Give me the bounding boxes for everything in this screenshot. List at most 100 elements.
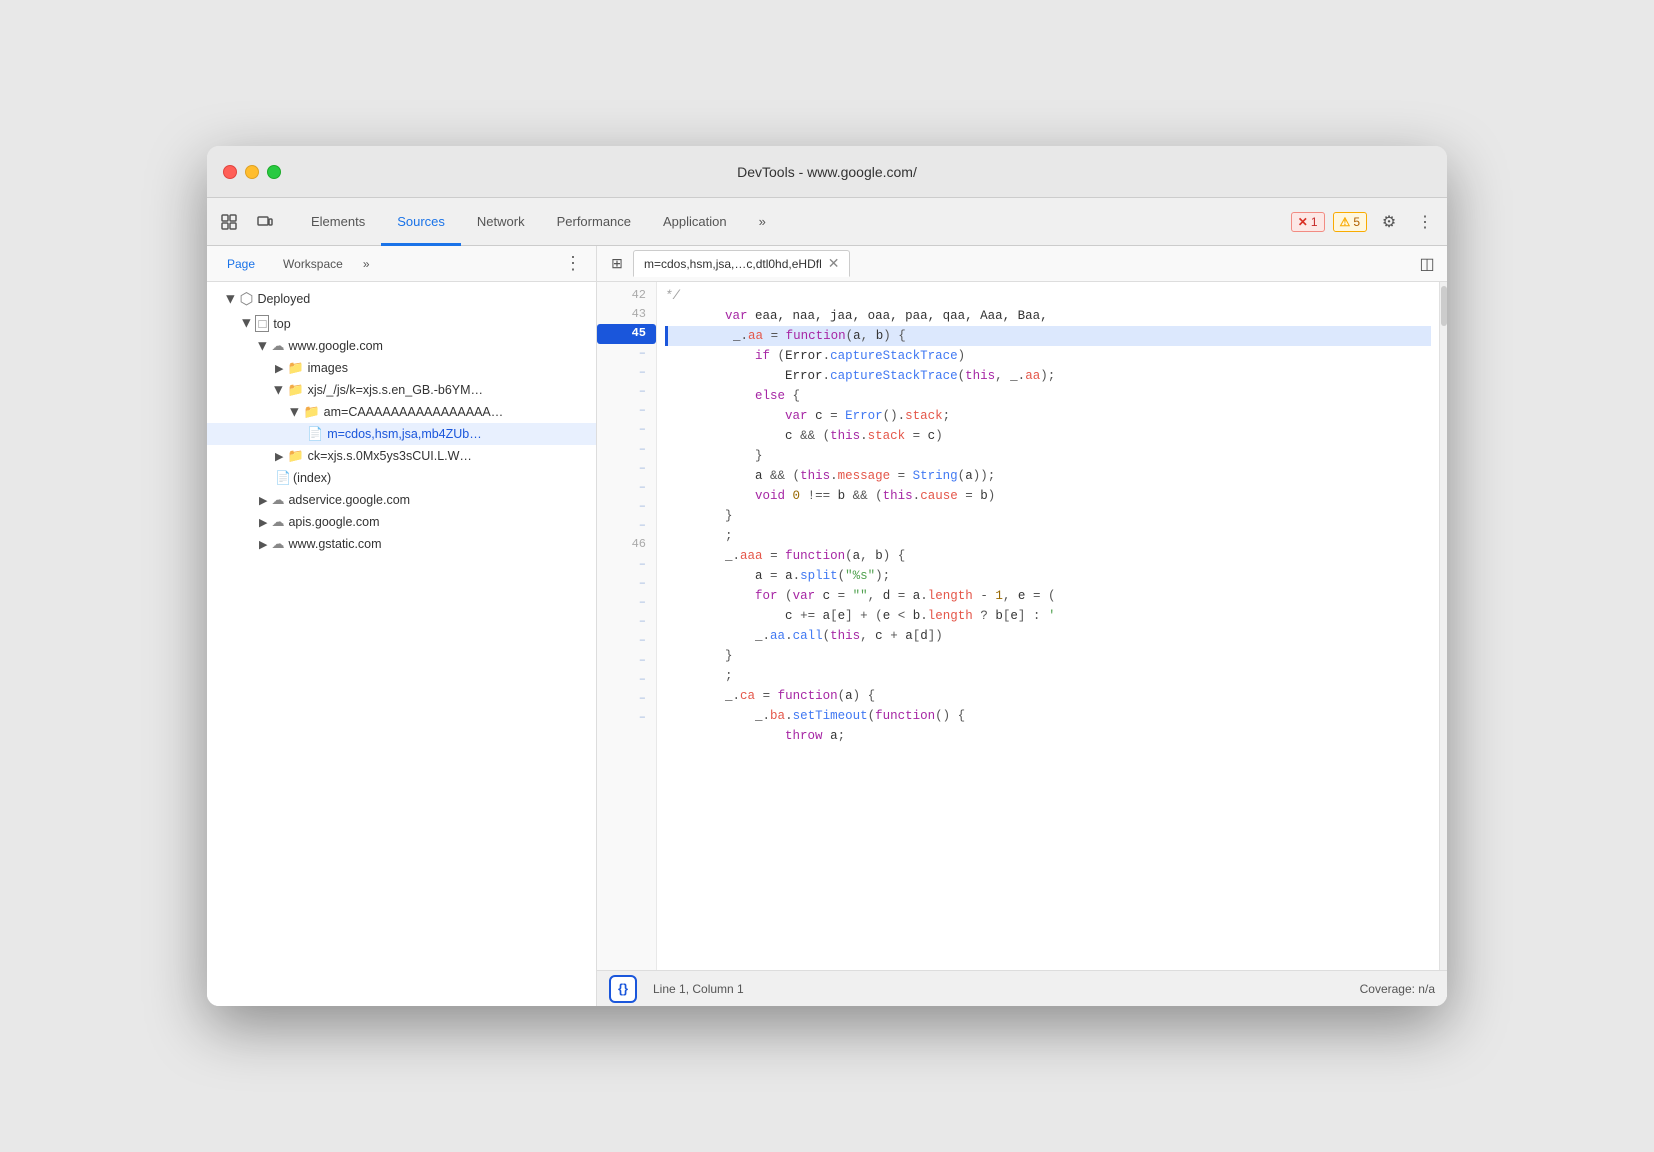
tree-item-apis[interactable]: ▶ ☁ apis.google.com [207,511,596,533]
right-panel: ⊞ m=cdos,hsm,jsa,…c,dtl0hd,eHDfl ✕ ◫ 42 … [597,246,1447,1006]
tab-bar-icons [215,198,279,245]
tab-application[interactable]: Application [647,199,743,246]
tree-item-am[interactable]: ▶ 📁 am=CAAAAAAAAAAAAAAAA… [207,401,596,423]
code-content[interactable]: */ var eaa, naa, jaa, oaa, paa, qaa, Aaa… [657,282,1439,970]
tab-sources[interactable]: Sources [381,199,461,246]
tree-item-label: ck=xjs.s.0Mx5ys3sCUI.L.W… [308,449,472,463]
status-bar: {} Line 1, Column 1 Coverage: n/a [597,970,1447,1006]
code-line-d13: c += a[e] + (e < b.length ? b[e] : ' [665,606,1431,626]
tree-item-gstatic[interactable]: ▶ ☁ www.gstatic.com [207,533,596,555]
code-line-d10: ; [665,526,1431,546]
line-numbers: 42 43 45 – – – – – – – – – – 46 – – – [597,282,657,970]
folder-icon: 📁 [287,448,303,464]
tree-item-label: top [273,317,290,331]
left-panel: Page Workspace » ⋮ ▶ ⬡ Deployed ▶ □ [207,246,597,1006]
panel-tab-page[interactable]: Page [215,253,267,275]
main-tabs: Elements Sources Network Performance App… [295,198,1291,245]
line-num-43: 43 [597,305,656,324]
panel-menu-icon[interactable]: ⋮ [558,251,588,276]
title-bar: DevTools - www.google.com/ [207,146,1447,198]
panel-tab-workspace[interactable]: Workspace [271,253,355,275]
tab-close-icon[interactable]: ✕ [828,255,840,272]
window-title: DevTools - www.google.com/ [737,164,917,180]
line-num-d6: – [597,440,656,459]
tree-item-mcdos[interactable]: 📄 m=cdos,hsm,jsa,mb4ZUb… [207,423,596,445]
folder-icon: 📁 [287,360,303,376]
line-num-42: 42 [597,286,656,305]
folder-icon: 📁 [287,382,303,398]
cube-icon: ⬡ [239,289,253,309]
inspect-icon[interactable] [215,208,243,236]
tab-more[interactable]: » [743,199,782,246]
main-content: Page Workspace » ⋮ ▶ ⬡ Deployed ▶ □ [207,246,1447,1006]
devtools-window: DevTools - www.google.com/ Ele [207,146,1447,1006]
coverage-status: Coverage: n/a [1360,982,1435,996]
devtools-tab-bar: Elements Sources Network Performance App… [207,198,1447,246]
editor-file-tab[interactable]: m=cdos,hsm,jsa,…c,dtl0hd,eHDfl ✕ [633,250,850,277]
code-line-d8: void 0 !== b && (this.cause = b) [665,486,1431,506]
arrow-icon: ▶ [225,295,238,303]
code-line-d3: else { [665,386,1431,406]
code-line-45: _.aa = function(a, b) { [665,326,1431,346]
tree-item-label: Deployed [257,292,310,306]
code-area[interactable]: 42 43 45 – – – – – – – – – – 46 – – – [597,282,1447,970]
error-badge[interactable]: ✕ 1 [1291,212,1325,232]
code-line-42: */ [665,286,1431,306]
code-line-d6: } [665,446,1431,466]
tree-item-ck[interactable]: ▶ 📁 ck=xjs.s.0Mx5ys3sCUI.L.W… [207,445,596,467]
line-num-d17: – [597,670,656,689]
arrow-icon: ▶ [259,516,267,529]
cloud-icon: ☁ [271,536,284,552]
code-line-d16: ; [665,666,1431,686]
maximize-button[interactable] [267,165,281,179]
arrow-icon: ▶ [275,362,283,375]
file-icon: 📄 [275,470,289,486]
vertical-scrollbar[interactable] [1439,282,1447,970]
tab-elements[interactable]: Elements [295,199,381,246]
code-line-d7: a && (this.message = String(a)); [665,466,1431,486]
code-line-d15: } [665,646,1431,666]
settings-icon[interactable]: ⚙ [1375,208,1403,236]
arrow-icon: ▶ [241,319,254,327]
line-num-d11: – [597,555,656,574]
close-button[interactable] [223,165,237,179]
tree-item-index[interactable]: 📄 (index) [207,467,596,489]
code-line-d9: } [665,506,1431,526]
warn-badge[interactable]: ⚠ 5 [1333,212,1367,232]
editor-file-tab-label: m=cdos,hsm,jsa,…c,dtl0hd,eHDfl [644,257,822,271]
scrollbar-thumb[interactable] [1441,286,1447,326]
editor-collapse-icon[interactable]: ◫ [1415,252,1439,276]
tree-item-google[interactable]: ▶ ☁ www.google.com [207,335,596,357]
line-num-d15: – [597,631,656,650]
line-num-d1: – [597,344,656,363]
tree-item-deployed[interactable]: ▶ ⬡ Deployed [207,286,596,312]
code-line-d17: _.ca = function(a) { [665,686,1431,706]
more-options-icon[interactable]: ⋮ [1411,208,1439,236]
line-num-d5: – [597,420,656,439]
tree-item-label: xjs/_/js/k=xjs.s.en_GB.-b6YM… [308,383,483,397]
panel-tabs-more[interactable]: » [359,253,374,275]
line-num-d14: – [597,612,656,631]
tab-network[interactable]: Network [461,199,541,246]
tab-performance[interactable]: Performance [541,199,647,246]
line-num-d16: – [597,651,656,670]
folder-icon: □ [255,315,269,332]
cloud-icon: ☁ [271,492,284,508]
device-toggle-icon[interactable] [251,208,279,236]
line-num-d7: – [597,459,656,478]
editor-sidebar-toggle[interactable]: ⊞ [605,252,629,276]
code-line-d2: Error.captureStackTrace(this, _.aa); [665,366,1431,386]
tree-item-xjs[interactable]: ▶ 📁 xjs/_/js/k=xjs.s.en_GB.-b6YM… [207,379,596,401]
line-num-d13: – [597,593,656,612]
line-num-d4: – [597,401,656,420]
left-panel-header: Page Workspace » ⋮ [207,246,596,282]
tree-item-adservice[interactable]: ▶ ☁ adservice.google.com [207,489,596,511]
tree-item-label: (index) [293,471,331,485]
minimize-button[interactable] [245,165,259,179]
cloud-icon: ☁ [271,338,284,354]
tree-item-images[interactable]: ▶ 📁 images [207,357,596,379]
tree-item-top[interactable]: ▶ □ top [207,312,596,335]
arrow-icon: ▶ [259,538,267,551]
line-num-d9: – [597,497,656,516]
format-button[interactable]: {} [609,975,637,1003]
